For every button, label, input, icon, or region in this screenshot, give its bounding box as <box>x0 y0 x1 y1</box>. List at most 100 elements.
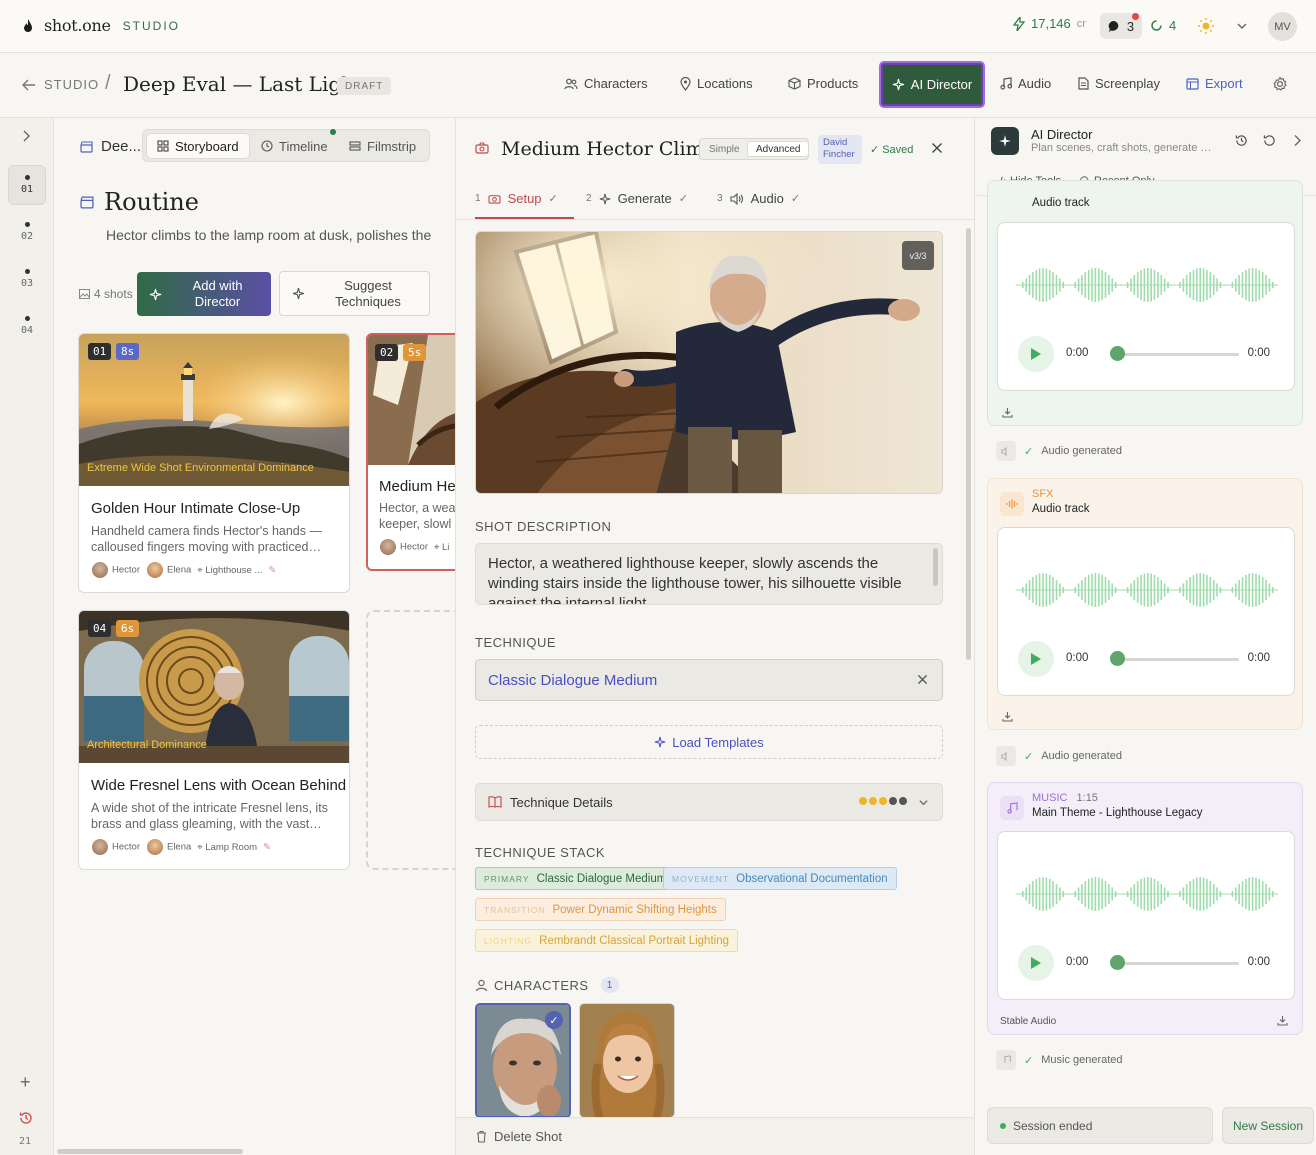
stack-chip-lighting[interactable]: LIGHTING Rembrandt Classical Portrait Li… <box>475 929 738 952</box>
download-icon[interactable] <box>1277 1015 1288 1026</box>
download-icon[interactable] <box>1002 711 1013 722</box>
seek-slider[interactable] <box>1111 962 1239 965</box>
rail-shot-label: 02 <box>20 231 34 242</box>
chip-kind: PRIMARY <box>484 873 530 884</box>
character-name: Elena <box>166 564 192 576</box>
nav-ai-director[interactable]: AI Director <box>879 61 985 108</box>
tab-filmstrip[interactable]: Filmstrip <box>339 133 426 159</box>
nav-products[interactable]: Products <box>788 76 858 91</box>
credits-balance[interactable]: 17,146 cr <box>1013 16 1086 31</box>
character-tag: Hector <box>91 561 140 579</box>
nav-screenplay[interactable]: Screenplay <box>1078 76 1160 91</box>
stack-chip-transition[interactable]: TRANSITION Power Dynamic Shifting Height… <box>475 898 726 921</box>
rail-shot-4[interactable]: 04 <box>8 306 46 346</box>
play-button[interactable] <box>1018 641 1054 677</box>
horizontal-scrollbar[interactable] <box>57 1149 243 1154</box>
duration-badge: 6s <box>116 620 140 637</box>
history-icon[interactable] <box>19 1111 33 1125</box>
messages-count: 3 <box>1126 18 1135 34</box>
detail-scrollbar[interactable] <box>966 228 971 660</box>
current-time: 0:00 <box>1066 652 1089 664</box>
play-button[interactable] <box>1018 945 1054 981</box>
delete-shot-button[interactable]: Delete Shot <box>476 1129 562 1144</box>
stack-chip-movement[interactable]: MOVEMENT Observational Documentation <box>663 867 897 890</box>
chevron-right-icon[interactable] <box>1293 134 1302 147</box>
seek-slider[interactable] <box>1111 353 1239 356</box>
character-card-elena[interactable] <box>579 1003 675 1118</box>
waveform[interactable] <box>1016 265 1278 305</box>
sparkle-icon <box>654 736 666 748</box>
save-status-label: Saved <box>882 143 914 156</box>
nav-characters-label: Characters <box>584 76 648 91</box>
nav-export-label: Export <box>1205 76 1243 91</box>
chevron-down-icon[interactable] <box>918 797 929 808</box>
step-setup[interactable]: 1 Setup ✓ <box>475 191 558 206</box>
seek-handle[interactable] <box>1110 651 1125 666</box>
nav-locations[interactable]: Locations <box>680 76 753 91</box>
brand[interactable]: shot.one STUDIO <box>22 16 180 35</box>
music-note-icon <box>1000 77 1012 90</box>
messages-button[interactable]: 3 <box>1100 13 1142 39</box>
pencil-icon[interactable]: ✎ <box>268 565 276 576</box>
nav-audio[interactable]: Audio <box>1000 76 1051 91</box>
back-label: STUDIO <box>44 77 100 92</box>
nav-export[interactable]: Export <box>1186 76 1243 91</box>
user-avatar[interactable]: MV <box>1268 12 1297 41</box>
load-templates-button[interactable]: Load Templates <box>475 725 943 759</box>
step-generate[interactable]: 2 Generate ✓ <box>586 191 688 206</box>
back-to-studio-link[interactable]: STUDIO <box>22 77 99 92</box>
description-scrollbar[interactable] <box>933 548 938 586</box>
rail-shot-3[interactable]: 03 <box>8 259 46 299</box>
play-button[interactable] <box>1018 336 1054 372</box>
waveform[interactable] <box>1016 874 1278 914</box>
tab-storyboard[interactable]: Storyboard <box>146 133 250 159</box>
plus-icon[interactable]: + <box>20 1072 31 1093</box>
nav-characters[interactable]: Characters <box>564 76 648 91</box>
speaker-icon <box>730 192 744 205</box>
shot-detail-title[interactable]: Medium Hector Climbing <box>501 138 701 160</box>
camera-icon <box>488 193 501 204</box>
add-with-director-button[interactable]: Add with Director <box>137 272 271 316</box>
pencil-icon[interactable]: ✎ <box>263 842 271 853</box>
tab-timeline[interactable]: Timeline <box>251 129 338 159</box>
reset-icon[interactable] <box>1263 134 1276 147</box>
total-time: 0:00 <box>1247 347 1270 359</box>
shot-card-1[interactable]: 01 8s Extreme Wide Shot Environmental Do… <box>78 333 350 593</box>
provider-label: Stable Audio <box>1000 1016 1057 1027</box>
director-style-tag[interactable]: David Fincher <box>818 135 862 164</box>
waveform[interactable] <box>1016 570 1278 610</box>
chip-kind: TRANSITION <box>484 904 546 915</box>
shot-preview-image[interactable] <box>475 231 943 494</box>
rail-shot-1[interactable]: 01 <box>8 165 46 205</box>
history-icon[interactable] <box>1235 134 1248 147</box>
chevron-right-icon[interactable] <box>20 129 32 143</box>
shot-description-input[interactable]: Hector, a weathered lighthouse keeper, s… <box>475 543 943 605</box>
step-tabs: 1 Setup ✓ 2 Generate ✓ 3 Audio ✓ <box>456 180 974 220</box>
gear-icon[interactable] <box>1272 76 1288 92</box>
seek-slider[interactable] <box>1111 658 1239 661</box>
seek-handle[interactable] <box>1110 346 1125 361</box>
status-dot <box>1000 1122 1006 1129</box>
mode-toggle: Simple Advanced <box>699 138 810 160</box>
sun-icon[interactable] <box>1197 17 1215 35</box>
shot-card-4[interactable]: 04 6s Architectural Dominance Wide Fresn… <box>78 610 350 870</box>
version-badge[interactable]: v3/3 <box>902 241 934 270</box>
chevron-down-icon[interactable] <box>1236 20 1248 32</box>
character-card-hector[interactable]: ✓ <box>475 1003 571 1118</box>
download-icon[interactable] <box>1002 407 1013 418</box>
technique-input[interactable]: Classic Dialogue Medium <box>475 659 943 701</box>
rail-shot-2[interactable]: 02 <box>8 212 46 252</box>
new-session-button[interactable]: New Session <box>1222 1107 1314 1144</box>
selected-check-icon: ✓ <box>545 1011 563 1029</box>
seek-handle[interactable] <box>1110 955 1125 970</box>
stack-chip-primary[interactable]: PRIMARY Classic Dialogue Medium <box>475 867 676 890</box>
close-icon[interactable] <box>931 142 943 154</box>
shot-card-2[interactable]: 02 5s Medium He Hector, a wea keeper, sl… <box>366 333 455 571</box>
clear-icon[interactable] <box>917 674 928 685</box>
jobs-indicator[interactable]: 4 <box>1150 18 1176 33</box>
check-icon: ✓ <box>548 193 558 205</box>
mode-simple-button[interactable]: Simple <box>701 141 748 157</box>
step-audio[interactable]: 3 Audio ✓ <box>717 191 800 206</box>
mode-advanced-button[interactable]: Advanced <box>747 141 810 157</box>
suggest-techniques-button[interactable]: Suggest Techniques <box>279 271 430 316</box>
